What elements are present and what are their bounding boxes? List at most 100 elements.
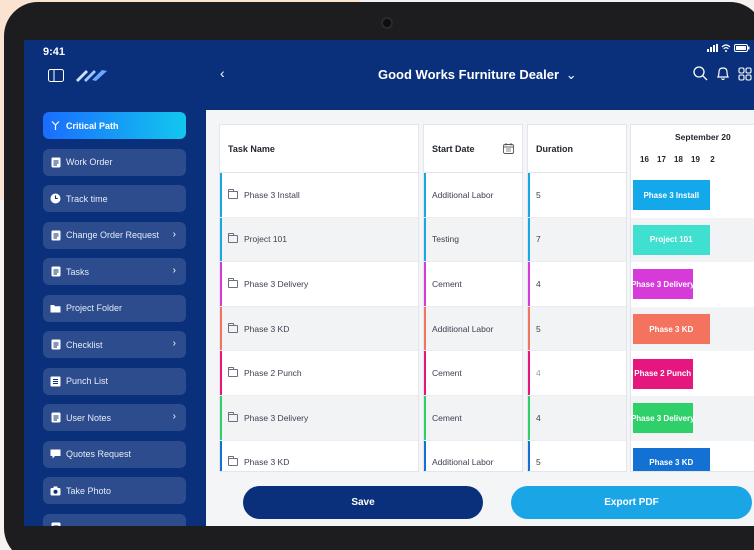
- table-cell-task[interactable]: Phase 3 KD: [220, 306, 418, 352]
- critical-path-icon: [50, 120, 61, 131]
- sidebar-item-label: Critical Path: [66, 120, 119, 131]
- gantt-bar[interactable]: Phase 3 Delivery: [631, 269, 695, 300]
- sidebar-top-icons: [48, 68, 108, 87]
- sidebar-item-quotes-request[interactable]: Quotes Request: [43, 440, 186, 468]
- table-cell-task[interactable]: Phase 3 Delivery: [220, 395, 418, 441]
- table-cell-duration[interactable]: 5: [528, 173, 626, 218]
- bell-icon[interactable]: [716, 66, 730, 81]
- sidebar-item-label: Punch List: [66, 376, 109, 386]
- tasks-icon: [50, 266, 61, 277]
- row-color-indicator: [528, 262, 530, 306]
- sidebar-item-critical-path[interactable]: Critical Path: [43, 112, 186, 139]
- sidebar-item-item-11[interactable]: [43, 513, 186, 526]
- task-name-column: Task Name Phase 3 Install Project 101 Phas…: [219, 124, 419, 472]
- sidebar-item-punch-list[interactable]: Punch List: [43, 367, 186, 395]
- folder-icon: [228, 277, 238, 288]
- cell-text: Phase 2 Punch: [244, 368, 302, 379]
- save-button[interactable]: Save: [243, 486, 483, 519]
- status-time: 9:41: [43, 46, 66, 58]
- folder-icon: [228, 233, 238, 244]
- gantt-bar[interactable]: Project 101: [633, 224, 710, 255]
- gantt-month-label: September 20: [675, 132, 731, 142]
- row-color-indicator: [424, 217, 426, 262]
- sidebar-item-take-photo[interactable]: Take Photo: [43, 477, 186, 504]
- gantt-bar[interactable]: Phase 3 KD: [633, 447, 710, 471]
- tablet-frame: 9:41 Critical Path Work Order Track time Ch…: [4, 2, 754, 550]
- signal-icon: [707, 44, 718, 52]
- gantt-row: Phase 2 Punch: [631, 351, 754, 396]
- change-order-icon: [50, 230, 61, 241]
- sidebar-item-change-order-request[interactable]: Change Order Request ›: [43, 221, 186, 249]
- table-cell-duration[interactable]: 4: [528, 262, 626, 307]
- sidebar: 9:41 Critical Path Work Order Track time Ch…: [24, 40, 206, 526]
- table-cell-task[interactable]: Phase 3 Delivery: [220, 262, 418, 307]
- sidebar-item-project-folder[interactable]: Project Folder: [43, 294, 186, 322]
- sidebar-item-label: Checklist: [66, 339, 103, 350]
- gantt-bar[interactable]: Phase 3 Delivery: [631, 403, 695, 434]
- table-cell-duration[interactable]: 4: [528, 351, 626, 396]
- row-color-indicator: [528, 395, 530, 440]
- sidebar-item-user-notes[interactable]: User Notes ›: [43, 404, 186, 431]
- table-cell-start[interactable]: Additional Labor: [424, 440, 522, 471]
- sidebar-nav: Critical Path Work Order Track time Change …: [43, 112, 206, 526]
- gantt-bar[interactable]: Phase 2 Punch: [633, 358, 693, 389]
- cell-text: Phase 3 KD: [244, 457, 290, 468]
- sidebar-item-track-time[interactable]: Track time: [43, 185, 186, 212]
- gantt-day-label: 19: [691, 155, 700, 164]
- table-cell-task[interactable]: Phase 2 Punch: [220, 351, 418, 396]
- table-cell-start[interactable]: Additional Labor: [424, 173, 522, 218]
- row-color-indicator: [528, 306, 530, 351]
- grid-menu-icon[interactable]: [738, 66, 752, 81]
- table-cell-task[interactable]: Project 101: [220, 217, 418, 263]
- camera-icon: [381, 17, 393, 29]
- chevron-down-icon: ⌄: [565, 67, 577, 82]
- sidebar-item-label: Tasks: [66, 266, 90, 277]
- cell-text: Phase 3 Delivery: [244, 278, 309, 289]
- sidebar-item-label: Change Order Request: [66, 230, 160, 240]
- cell-text: 5: [536, 189, 541, 200]
- calendar-icon[interactable]: [503, 143, 514, 154]
- table-cell-duration[interactable]: 5: [528, 306, 626, 352]
- sidebar-item-label: User Notes: [66, 412, 112, 423]
- row-color-indicator: [220, 306, 222, 351]
- gantt-bar[interactable]: Phase 3 KD: [633, 314, 710, 345]
- top-header: ‹ Good Works Furniture Dealer ⌄: [206, 40, 754, 110]
- export-pdf-button[interactable]: Export PDF: [511, 486, 752, 519]
- start-date-header[interactable]: Start Date: [424, 125, 522, 173]
- sidebar-item-work-order[interactable]: Work Order: [43, 148, 186, 176]
- gantt-day-label: 17: [657, 155, 666, 164]
- sidebar-toggle-icon[interactable]: [48, 68, 64, 87]
- sidebar-item-tasks[interactable]: Tasks ›: [43, 258, 186, 285]
- cell-text: Phase 3 KD: [244, 323, 290, 334]
- table-cell-start[interactable]: Cement: [424, 395, 522, 441]
- gantt-bar[interactable]: Phase 3 Install: [633, 180, 710, 211]
- sidebar-item-checklist[interactable]: Checklist ›: [43, 331, 186, 358]
- duration-header[interactable]: Duration: [528, 125, 626, 173]
- table-cell-duration[interactable]: 5: [528, 440, 626, 471]
- task-name-header[interactable]: Task Name: [220, 125, 418, 173]
- table-cell-duration[interactable]: 4: [528, 395, 626, 441]
- search-icon[interactable]: [693, 66, 708, 81]
- duration-cells: 5 7 4 5 4 4 5: [528, 173, 626, 471]
- chevron-right-icon: ›: [172, 338, 176, 349]
- table-cell-start[interactable]: Additional Labor: [424, 306, 522, 352]
- cell-text: Additional Labor: [432, 323, 494, 334]
- row-color-indicator: [528, 351, 530, 395]
- folder-icon: [228, 188, 238, 199]
- cell-text: Cement: [432, 412, 462, 423]
- cell-text: Cement: [432, 278, 462, 289]
- table-cell-start[interactable]: Cement: [424, 351, 522, 396]
- row-color-indicator: [220, 262, 222, 306]
- table-cell-duration[interactable]: 7: [528, 217, 626, 263]
- table-cell-start[interactable]: Cement: [424, 262, 522, 307]
- project-title-dropdown[interactable]: Good Works Furniture Dealer ⌄: [378, 67, 577, 83]
- punch-list-icon: [50, 376, 61, 387]
- table-cell-start[interactable]: Testing: [424, 217, 522, 263]
- header-actions: [693, 66, 752, 81]
- back-button[interactable]: ‹: [220, 65, 225, 81]
- table-cell-task[interactable]: Phase 3 KD: [220, 440, 418, 471]
- start-date-column: Start Date Additional Labor Testing Cement…: [423, 124, 523, 472]
- row-color-indicator: [424, 173, 426, 217]
- table-cell-task[interactable]: Phase 3 Install: [220, 173, 418, 218]
- gantt-row: Phase 3 Delivery: [631, 262, 754, 307]
